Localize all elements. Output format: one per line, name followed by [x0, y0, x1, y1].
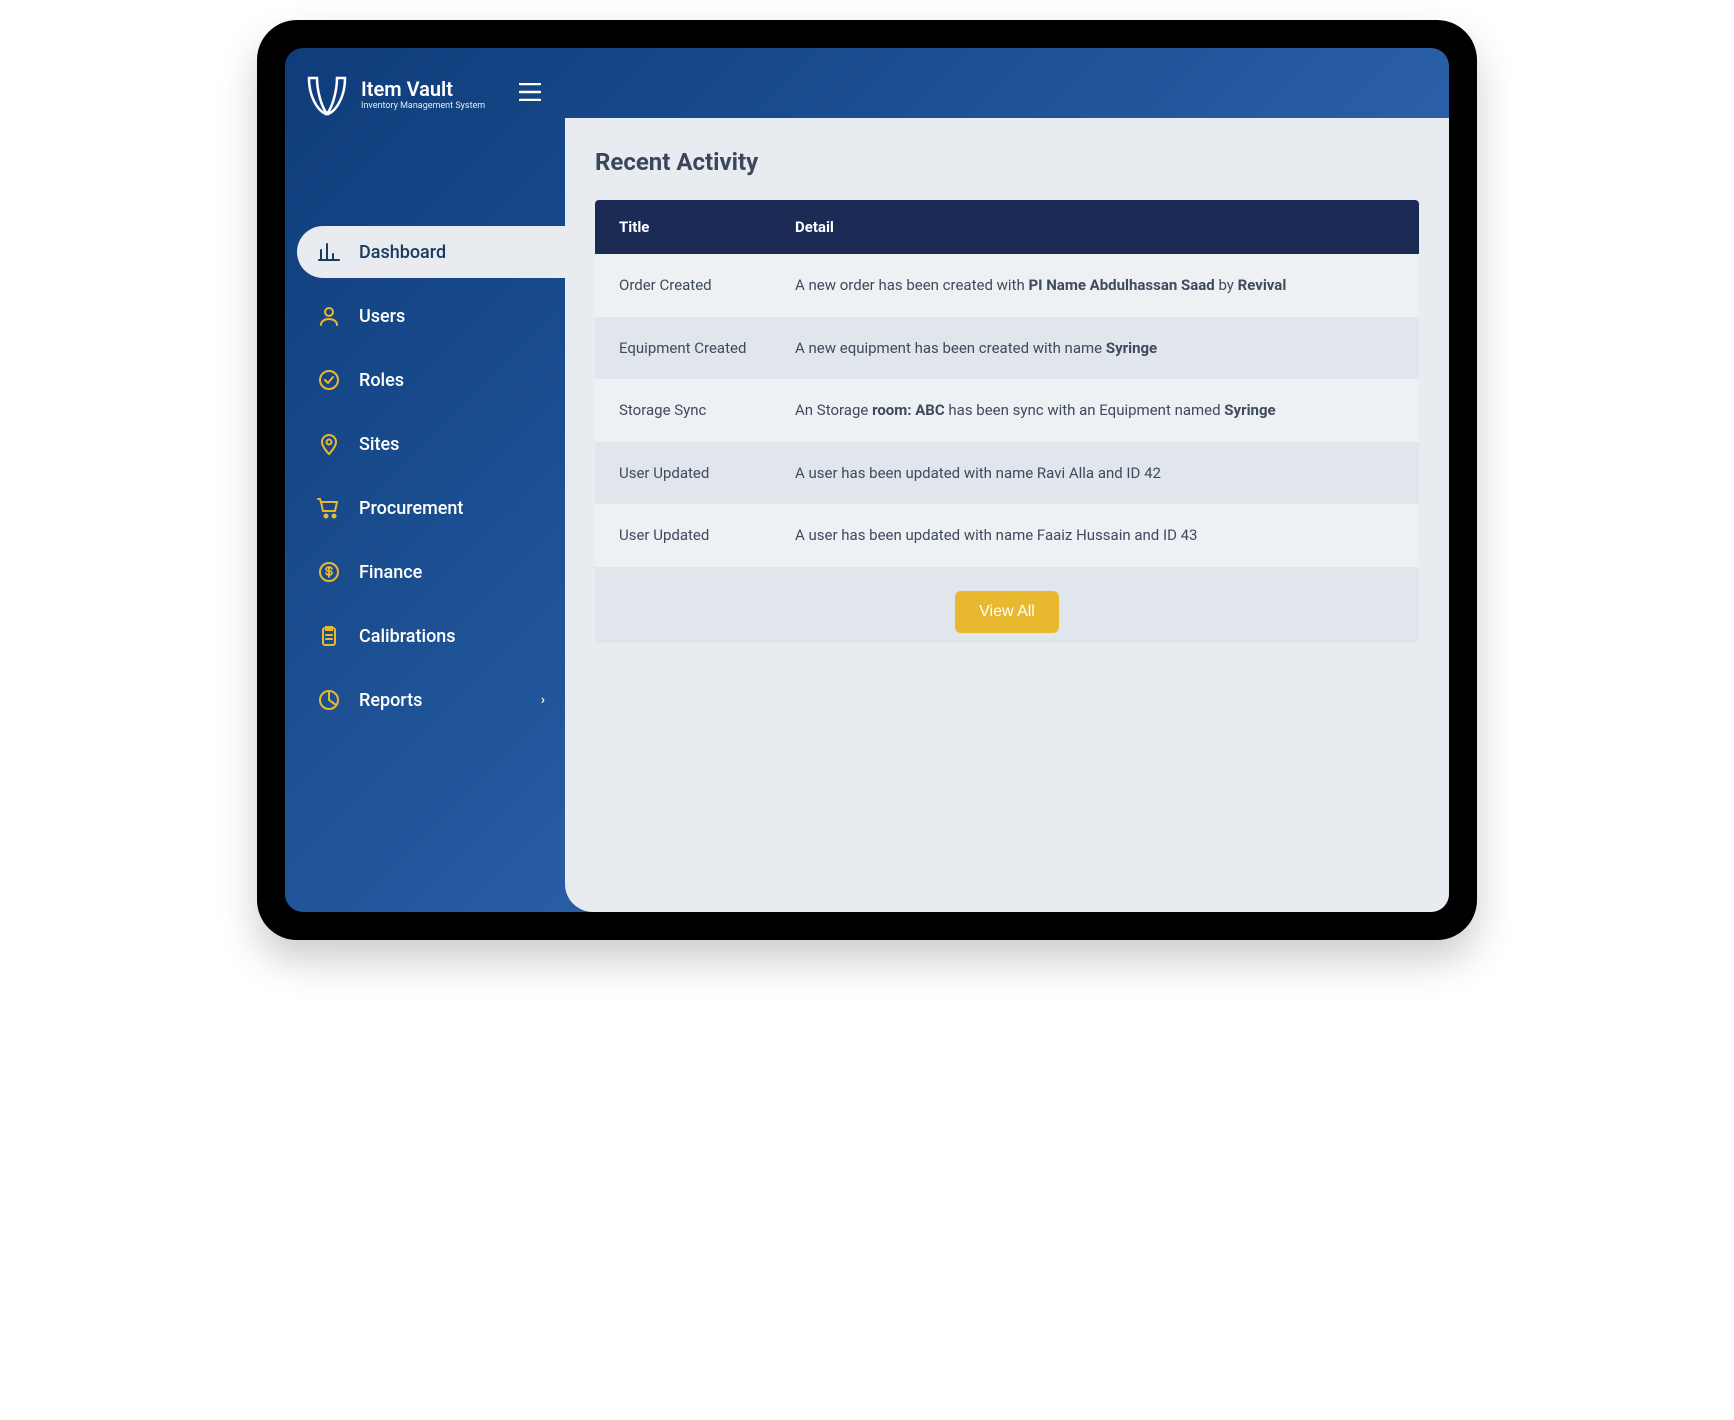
cell-detail: An Storage room: ABC has been sync with …	[795, 399, 1419, 422]
cell-title: User Updated	[595, 524, 795, 547]
activity-table: Title Detail Order CreatedA new order ha…	[595, 200, 1419, 643]
sidebar-item-sites[interactable]: Sites	[285, 418, 565, 470]
sidebar-item-procurement[interactable]: Procurement	[285, 482, 565, 534]
sidebar-item-reports[interactable]: Reports ›	[285, 674, 565, 726]
sidebar-item-calibrations[interactable]: Calibrations	[285, 610, 565, 662]
column-header-detail: Detail	[795, 218, 1419, 236]
cell-detail: A user has been updated with name Ravi A…	[795, 462, 1419, 485]
sidebar-item-label: Sites	[359, 434, 399, 455]
tablet-frame: Item Vault Inventory Management System D…	[257, 20, 1477, 940]
dollar-icon	[317, 560, 341, 584]
sidebar-item-label: Users	[359, 306, 405, 327]
sidebar-item-label: Finance	[359, 562, 422, 583]
sidebar-item-label: Calibrations	[359, 626, 456, 647]
cell-detail: A user has been updated with name Faaiz …	[795, 524, 1419, 547]
clipboard-icon	[317, 624, 341, 648]
sidebar-item-dashboard[interactable]: Dashboard	[297, 226, 565, 278]
pie-icon	[317, 688, 341, 712]
logo-text: Item Vault Inventory Management System	[361, 78, 485, 111]
cell-title: Storage Sync	[595, 399, 795, 422]
cell-detail: A new order has been created with PI Nam…	[795, 274, 1419, 297]
menu-toggle-icon[interactable]	[513, 76, 547, 113]
table-body: Order CreatedA new order has been create…	[595, 254, 1419, 567]
cell-detail: A new equipment has been created with na…	[795, 337, 1419, 360]
header-bar: Item Vault Inventory Management System	[285, 58, 565, 136]
brand-title: Item Vault	[361, 78, 485, 100]
app-screen: Item Vault Inventory Management System D…	[285, 48, 1449, 912]
cart-icon	[317, 496, 341, 520]
table-row: User UpdatedA user has been updated with…	[595, 442, 1419, 505]
table-row: Equipment CreatedA new equipment has bee…	[595, 317, 1419, 380]
view-all-button[interactable]: View All	[955, 591, 1059, 633]
sidebar-item-roles[interactable]: Roles	[285, 354, 565, 406]
sidebar-item-label: Procurement	[359, 498, 463, 519]
sidebar-item-finance[interactable]: Finance	[285, 546, 565, 598]
main-panel: Recent Activity Title Detail Order Creat…	[565, 118, 1449, 912]
table-row: Order CreatedA new order has been create…	[595, 254, 1419, 317]
check-circle-icon	[317, 368, 341, 392]
logo-icon	[303, 70, 351, 118]
cell-title: Equipment Created	[595, 337, 795, 360]
table-row: Storage SyncAn Storage room: ABC has bee…	[595, 379, 1419, 442]
chevron-right-icon: ›	[541, 692, 545, 708]
sidebar-item-label: Roles	[359, 370, 404, 391]
column-header-title: Title	[595, 218, 795, 236]
sidebar-item-users[interactable]: Users	[285, 290, 565, 342]
table-row: User UpdatedA user has been updated with…	[595, 504, 1419, 567]
brand-subtitle: Inventory Management System	[361, 101, 485, 111]
cell-title: User Updated	[595, 462, 795, 485]
section-title: Recent Activity	[595, 148, 1419, 176]
sidebar: Item Vault Inventory Management System D…	[285, 48, 565, 912]
sidebar-item-label: Reports	[359, 690, 422, 711]
pin-icon	[317, 432, 341, 456]
sidebar-nav: Dashboard Users Roles Sites Procurement Finan…	[285, 226, 565, 726]
chart-bar-icon	[317, 240, 341, 264]
user-icon	[317, 304, 341, 328]
table-header: Title Detail	[595, 200, 1419, 254]
view-all-row: View All	[595, 567, 1419, 643]
sidebar-item-label: Dashboard	[359, 242, 446, 263]
cell-title: Order Created	[595, 274, 795, 297]
